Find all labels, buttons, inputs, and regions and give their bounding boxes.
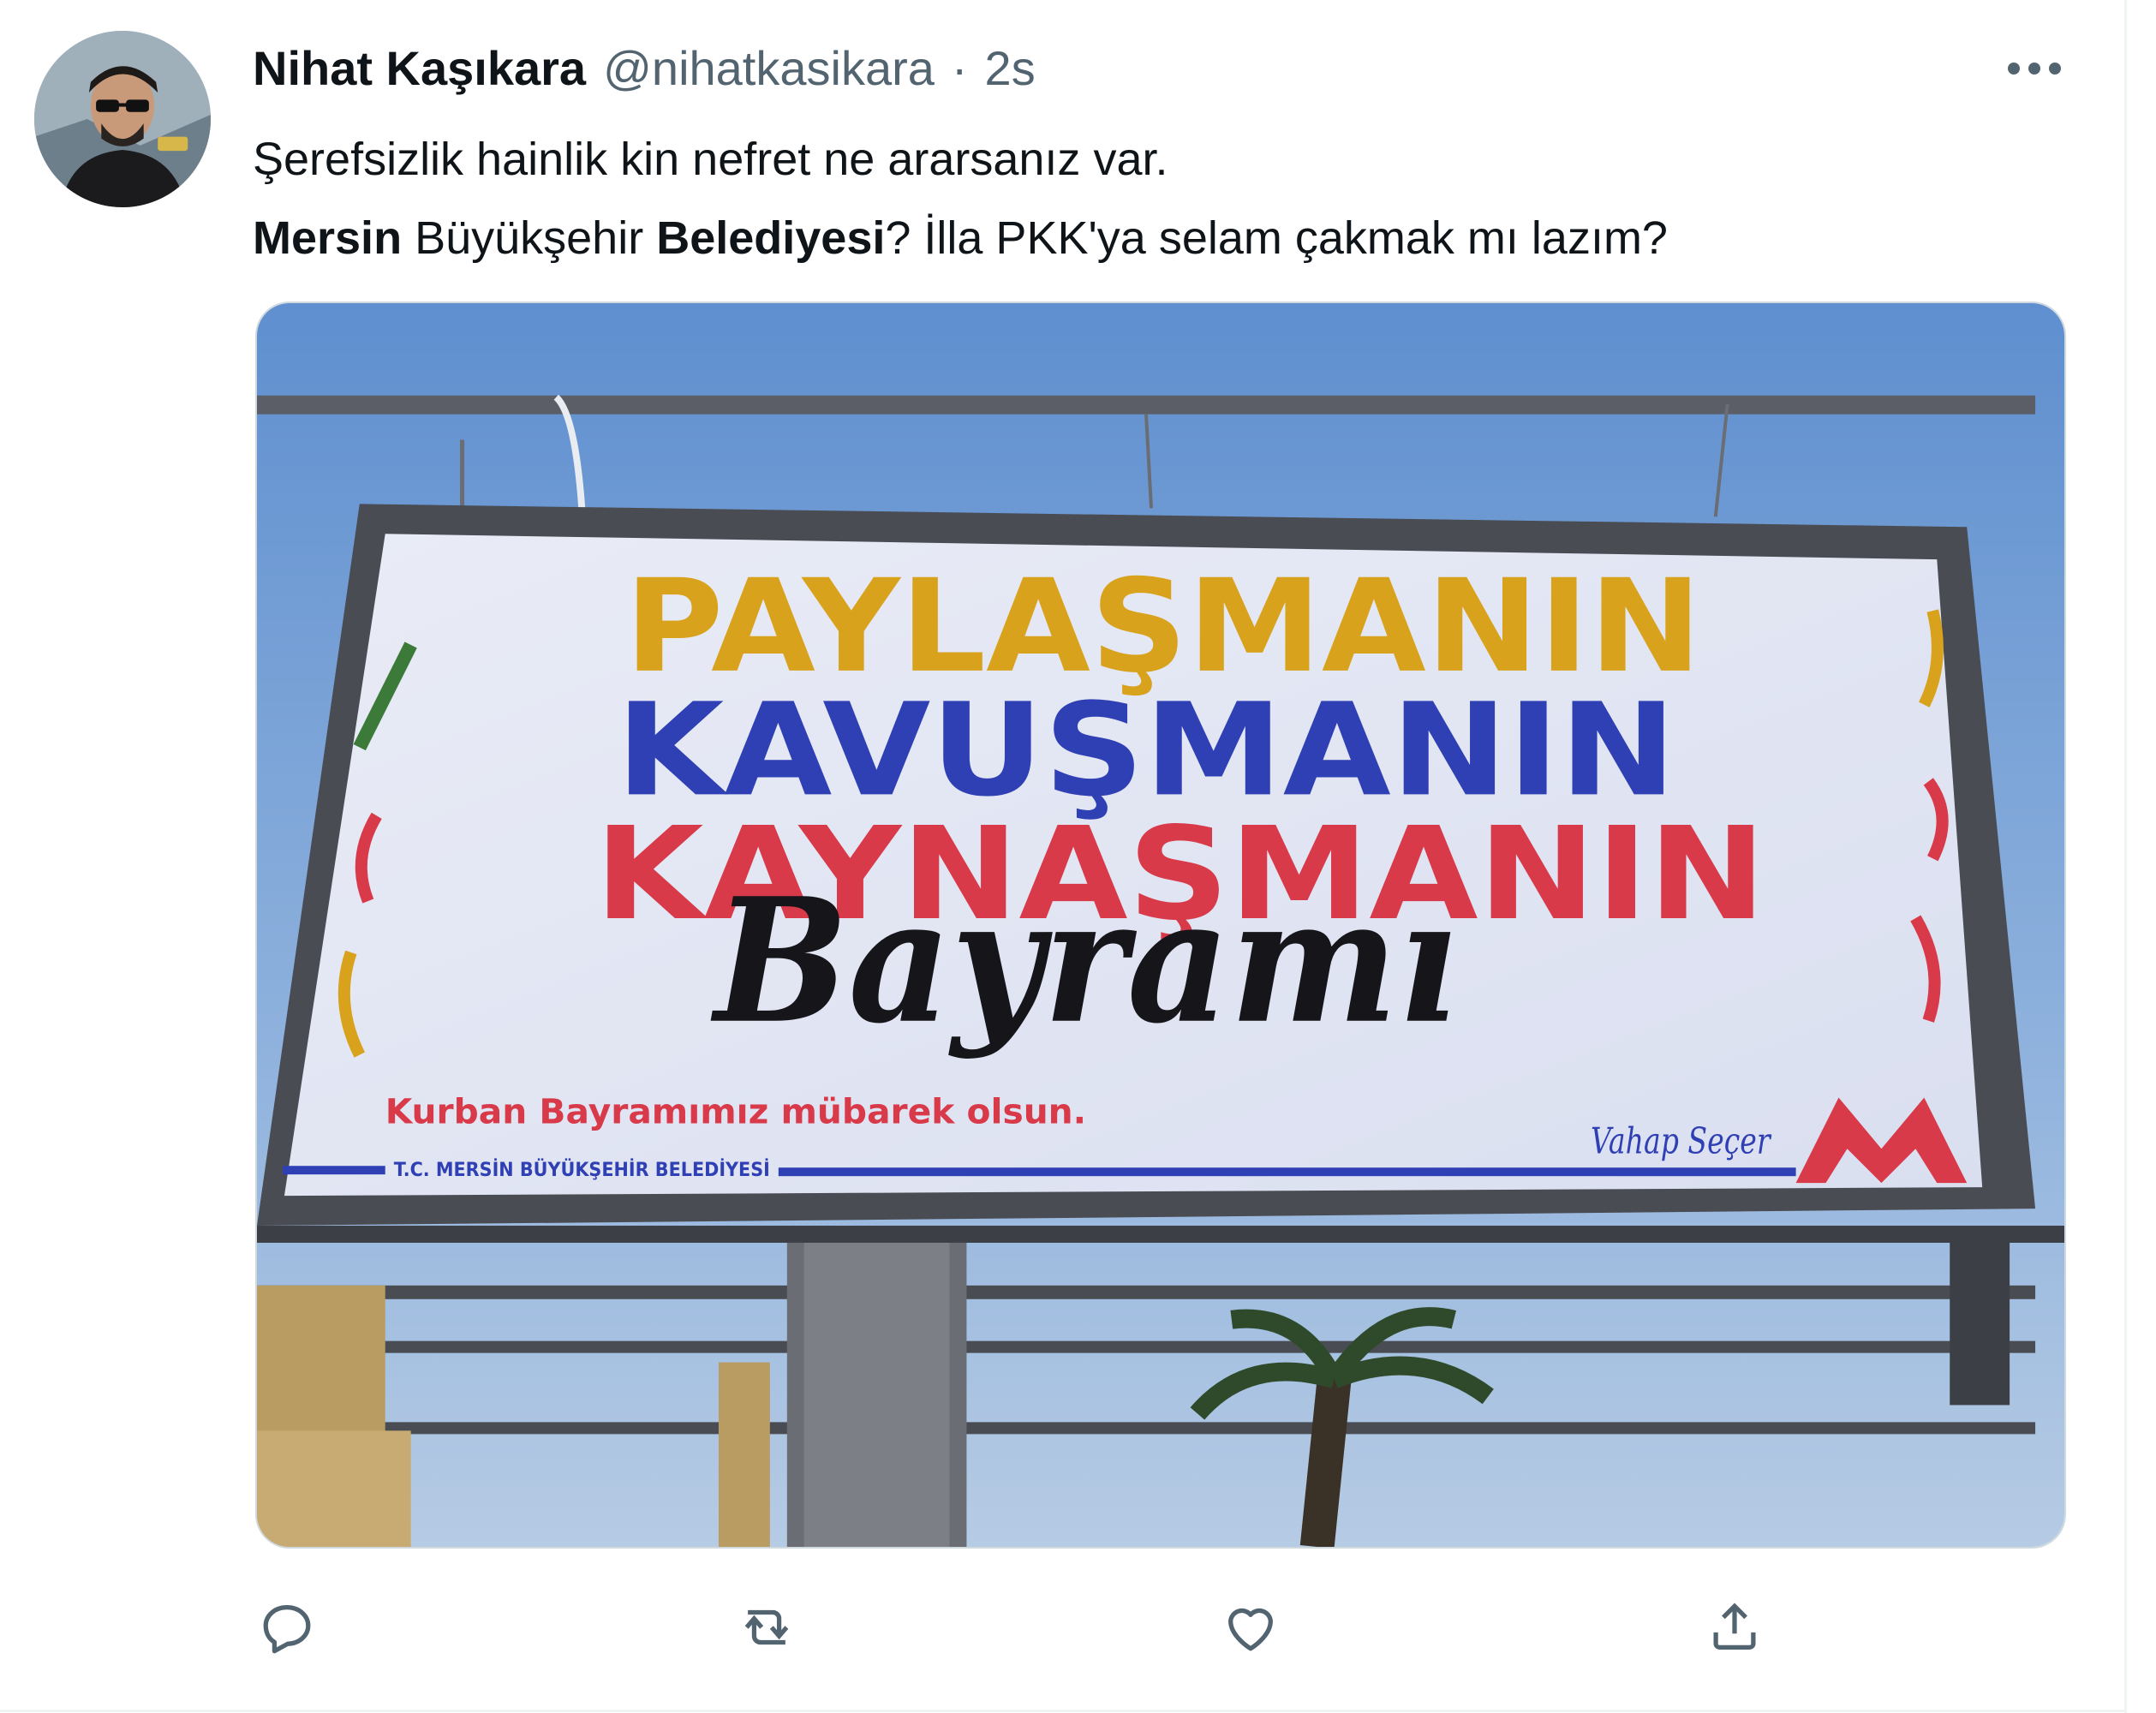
share-button[interactable]: [1700, 1593, 1769, 1662]
more-horizontal-icon: [2008, 63, 2061, 75]
tweet-divider: [0, 1710, 2124, 1712]
more-button[interactable]: [2000, 43, 2069, 94]
text-segment: Büyükşehir: [402, 212, 657, 264]
like-button[interactable]: [1216, 1593, 1285, 1662]
reply-button[interactable]: [253, 1593, 321, 1662]
retweet-button[interactable]: [732, 1593, 801, 1662]
like-icon: [1228, 1608, 1273, 1651]
tweet-header: Nihat Kaşıkara @nihatkasikara · 2s: [253, 36, 1036, 99]
share-icon: [1713, 1603, 1756, 1650]
tweet-actions: [253, 1593, 2051, 1679]
column-divider: [2124, 0, 2127, 1713]
billboard-photo: PAYLAŞMANIN KAVUŞMANIN KAYNAŞMANIN Bayra…: [257, 303, 2064, 1547]
avatar[interactable]: [34, 31, 211, 207]
display-name[interactable]: Nihat Kaşıkara: [253, 40, 586, 96]
billboard-greeting: Kurban Bayramımız mübarek olsun.: [385, 1092, 1086, 1131]
tweet-text: Şerefsizlik hainlik kin nefret ne ararsa…: [253, 120, 2009, 278]
separator-dot: ·: [951, 40, 968, 95]
tweet-media-photo[interactable]: PAYLAŞMANIN KAVUŞMANIN KAYNAŞMANIN Bayra…: [255, 301, 2066, 1549]
tweet-text-line-2: Mersin Büyükşehir Belediyesi? İlla PKK'y…: [253, 199, 2009, 278]
avatar-photo: [34, 31, 211, 207]
billboard-script: Bayramı: [710, 862, 1458, 1062]
billboard-institution: T.C. MERSİN BÜYÜKŞEHİR BELEDİYESİ: [394, 1159, 770, 1181]
reply-icon: [263, 1605, 311, 1654]
timestamp[interactable]: 2s: [985, 40, 1036, 96]
user-handle[interactable]: @nihatkasikara: [603, 40, 935, 96]
tweet: Nihat Kaşıkara @nihatkasikara · 2s Şeref…: [0, 0, 2156, 1713]
retweet-icon: [744, 1609, 789, 1645]
billboard-signature: Vahap Seçer: [1591, 1119, 1772, 1161]
tweet-text-line-1: Şerefsizlik hainlik kin nefret ne ararsa…: [253, 134, 1168, 185]
highlight-mersin: Mersin: [253, 212, 403, 264]
text-segment: ? İlla PKK'ya selam çakmak mı lazım?: [885, 212, 1668, 264]
highlight-belediyesi: Belediyesi: [656, 212, 886, 264]
